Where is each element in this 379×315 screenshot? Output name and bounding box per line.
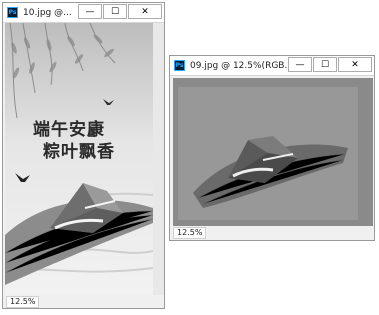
document-window-09jpg[interactable]: Ps 09.jpg @ 12.5%(RGB... — ☐ ✕ 12.5% xyxy=(169,55,375,241)
maximize-button[interactable]: ☐ xyxy=(313,57,337,72)
minimize-icon: — xyxy=(295,59,305,70)
window-titlebar[interactable]: Ps 09.jpg @ 12.5%(RGB... — ☐ ✕ xyxy=(170,56,374,76)
close-button[interactable]: ✕ xyxy=(338,57,372,72)
poster-title-line2: 粽叶飘香 xyxy=(43,142,115,162)
zoom-status[interactable]: 12.5% xyxy=(173,227,207,239)
maximize-icon: ☐ xyxy=(110,6,120,17)
zoom-status[interactable]: 12.5% xyxy=(6,296,40,308)
window-titlebar[interactable]: Ps 10.jpg @... — ☐ ✕ xyxy=(3,3,164,23)
minimize-button[interactable]: — xyxy=(78,4,102,19)
minimize-icon: — xyxy=(85,6,95,17)
maximize-icon: ☐ xyxy=(320,59,330,70)
document-title: 10.jpg @... xyxy=(23,7,72,18)
photoshop-icon: Ps xyxy=(174,60,185,71)
minimize-button[interactable]: — xyxy=(288,57,312,72)
document-window-10jpg[interactable]: Ps 10.jpg @... — ☐ ✕ 端午安康 粽叶飘香 12.5% xyxy=(2,2,165,309)
zongzi-artwork xyxy=(173,78,373,226)
document-canvas[interactable]: 端午安康 粽叶飘香 xyxy=(5,23,153,295)
close-icon: ✕ xyxy=(141,6,149,17)
close-button[interactable]: ✕ xyxy=(128,4,162,19)
vertical-scrollbar[interactable] xyxy=(153,23,164,295)
close-icon: ✕ xyxy=(351,59,359,70)
photoshop-icon: Ps xyxy=(7,7,18,18)
document-title: 09.jpg @ 12.5%(RGB... xyxy=(190,60,290,71)
document-canvas[interactable] xyxy=(173,78,373,226)
maximize-button[interactable]: ☐ xyxy=(103,4,127,19)
